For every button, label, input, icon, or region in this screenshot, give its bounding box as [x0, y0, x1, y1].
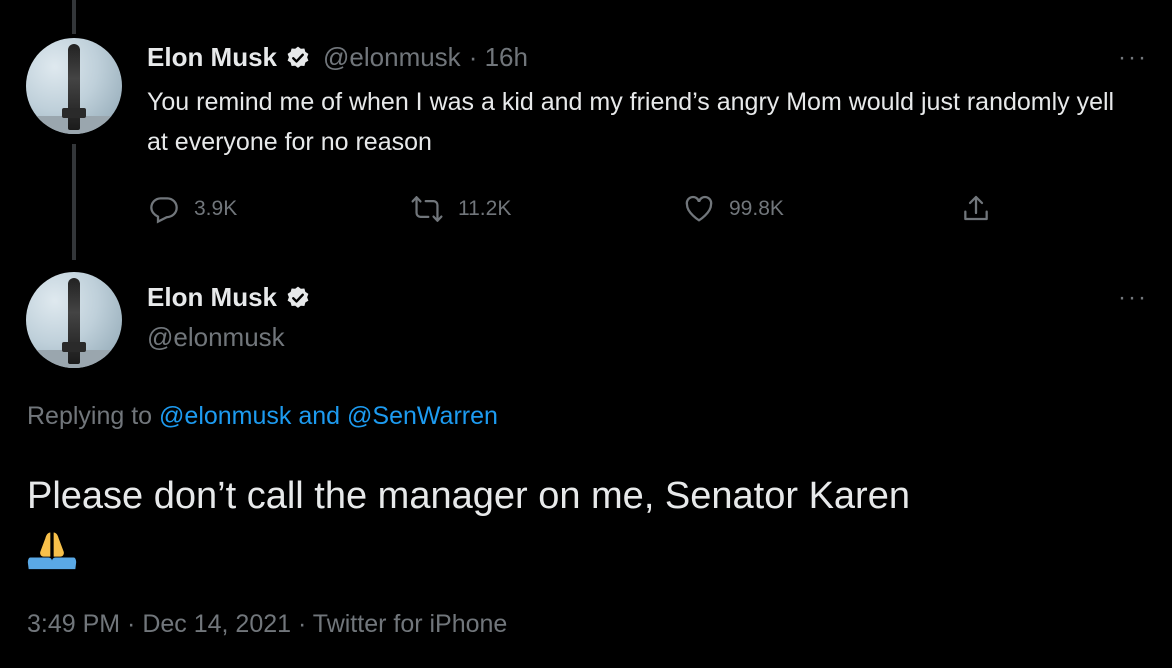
tweet1-header: Elon Musk @elonmusk · 16h [147, 42, 528, 73]
retweet-button[interactable]: 11.2K [410, 193, 511, 225]
like-button[interactable]: 99.8K [683, 193, 784, 225]
reply-icon [150, 197, 178, 224]
share-icon [964, 195, 988, 221]
user-handle[interactable]: @elonmusk [147, 322, 285, 353]
replying-to: Replying to @elonmusk and @SenWarren [27, 402, 498, 431]
tweet2-header: Elon Musk [147, 282, 311, 313]
tweet-timestamp[interactable]: 3:49 PM · Dec 14, 2021 · Twitter for iPh… [27, 610, 507, 639]
avatar[interactable] [26, 38, 122, 134]
more-icon[interactable]: ··· [1118, 284, 1148, 312]
tweet1-text: You remind me of when I was a kid and my… [147, 88, 1115, 156]
reply-button[interactable]: 3.9K [148, 193, 237, 225]
retweet-icon [411, 196, 443, 222]
replying-prefix: Replying to [27, 402, 160, 430]
display-name[interactable]: Elon Musk [147, 282, 277, 313]
retweet-count: 11.2K [458, 197, 512, 220]
reply-count: 3.9K [194, 197, 238, 220]
reply-mention-link[interactable]: @SenWarren [347, 402, 498, 430]
like-count: 99.8K [729, 197, 784, 220]
tweet-time[interactable]: · 16h [469, 42, 528, 73]
tweet2-body: Please don’t call the manager on me, Sen… [27, 470, 1147, 574]
tweet2-text: Please don’t call the manager on me, Sen… [27, 475, 910, 517]
share-button[interactable] [960, 193, 1006, 225]
reply-and-text: and [291, 402, 348, 430]
folded-hands-emoji [27, 532, 77, 570]
more-icon[interactable]: ··· [1118, 44, 1148, 72]
verified-badge-icon [287, 286, 309, 308]
avatar-fin [62, 342, 86, 352]
display-name[interactable]: Elon Musk [147, 42, 277, 73]
thread-line-top [72, 0, 76, 34]
avatar-fin [62, 108, 86, 118]
verified-badge-icon [287, 46, 309, 68]
reply-mention-link[interactable]: @elonmusk [159, 402, 291, 430]
like-icon [685, 195, 713, 222]
avatar-main[interactable] [26, 272, 122, 368]
thread-line-middle [72, 144, 76, 260]
user-handle[interactable]: @elonmusk [323, 42, 461, 73]
